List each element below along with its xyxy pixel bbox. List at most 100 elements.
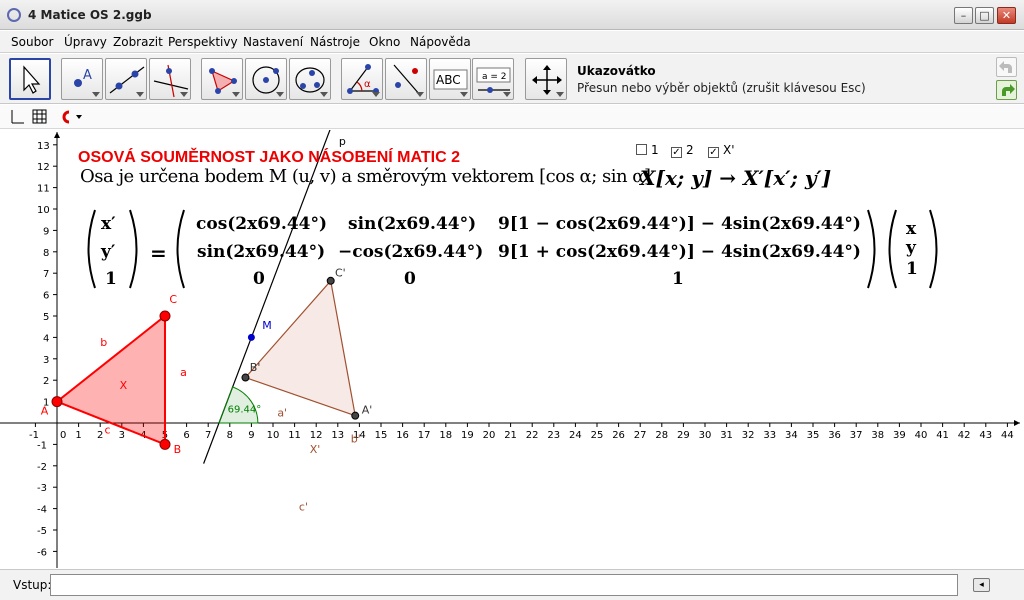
menu-nastroje[interactable]: Nástroje — [310, 35, 360, 49]
y-tick-label: -3 — [37, 483, 47, 494]
x-tick-label: 1 — [75, 430, 81, 441]
close-button[interactable]: ✕ — [997, 7, 1016, 24]
x-tick-label: 30 — [699, 430, 712, 441]
x-tick-label: 34 — [785, 430, 798, 441]
window-title-bar: 4 Matice OS 2.ggb – □ ✕ — [0, 0, 1024, 30]
x-tick-label: 28 — [655, 430, 668, 441]
circle-center-point-tool-button[interactable] — [245, 58, 287, 100]
label-side-c: c — [105, 424, 111, 437]
checkbox-2-box[interactable]: ✓ — [671, 147, 682, 158]
graphics-view[interactable]: -101234567891011121314151617181920212223… — [0, 126, 1024, 568]
y-tick-label: -5 — [37, 526, 47, 537]
label-polygon-x-prime: X' — [310, 443, 321, 456]
y-tick-label: -6 — [37, 547, 47, 558]
point-tool-button[interactable]: A — [61, 58, 103, 100]
checkbox-x-prime[interactable]: ✓ X' — [708, 143, 735, 158]
checkbox-1-label: 1 — [651, 143, 659, 157]
move-graphics-view-tool-button[interactable] — [525, 58, 567, 100]
y-tick-label: 2 — [43, 376, 49, 387]
input-label: Vstup: — [13, 578, 52, 592]
minimize-button[interactable]: – — [954, 7, 973, 24]
input-field[interactable] — [50, 574, 958, 596]
matrix-r3-c1: 0 — [253, 269, 265, 289]
vertex-point-b — [159, 438, 171, 450]
y-tick-label: 10 — [37, 205, 50, 216]
x-axis-arrow — [1014, 420, 1020, 426]
construction-subtitle: Osa je určena bodem M (u, v) a směrovým … — [80, 166, 651, 187]
checkbox-1[interactable]: 1 — [636, 143, 659, 157]
x-tick-label: 11 — [288, 430, 301, 441]
x-tick-label: 44 — [1001, 430, 1014, 441]
svg-text:α: α — [364, 79, 371, 90]
checkbox-x-prime-label: X' — [723, 143, 735, 157]
undo-button[interactable] — [996, 57, 1017, 77]
label-line-p: p — [339, 135, 346, 148]
left-vector-y: y′ — [101, 242, 116, 262]
x-tick-label: 41 — [936, 430, 949, 441]
x-tick-label: 12 — [310, 430, 323, 441]
label-polygon-x: X — [120, 379, 128, 392]
menu-perspektivy[interactable]: Perspektivy — [168, 35, 238, 49]
label-b-point: B — [174, 443, 182, 456]
x-tick-label: 18 — [439, 430, 452, 441]
point-capturing-magnet-icon[interactable] — [62, 110, 70, 124]
grid-toggle-icon[interactable] — [32, 109, 47, 124]
toolbar: A α ABC a = 2 — [0, 54, 1024, 104]
x-tick-label: 42 — [958, 430, 971, 441]
dropdown-arrow-icon[interactable] — [76, 115, 82, 119]
menu-soubor[interactable]: Soubor — [11, 35, 53, 49]
x-tick-label: 19 — [461, 430, 474, 441]
maximize-button[interactable]: □ — [975, 7, 994, 24]
matrix-r1-c2: sin(2x69.44°) — [348, 214, 477, 234]
polygon-tool-button[interactable] — [201, 58, 243, 100]
redo-button[interactable] — [996, 80, 1017, 100]
checkbox-2[interactable]: ✓ 2 — [671, 143, 694, 158]
graphics-canvas[interactable]: -101234567891011121314151617181920212223… — [0, 126, 1024, 568]
axes-toggle-icon[interactable] — [11, 110, 24, 124]
image-vertex-point-a — [351, 411, 360, 420]
perpendicular-line-tool-button[interactable] — [149, 58, 191, 100]
label-side-a-prime: a' — [277, 407, 287, 420]
matrix-r3-c3: 1 — [672, 269, 684, 289]
move-tool-button[interactable] — [9, 58, 51, 100]
active-tool-help: Přesun nebo výběr objektů (zrušit kláves… — [577, 81, 866, 95]
y-tick-label: -1 — [37, 440, 47, 451]
menu-zobrazit[interactable]: Zobrazit — [113, 35, 163, 49]
x-tick-label: 0 — [60, 430, 66, 441]
menu-nastaveni[interactable]: Nastavení — [243, 35, 303, 49]
matrix-r1-c1: cos(2x69.44°) — [196, 214, 328, 234]
angle-tool-button[interactable]: α — [341, 58, 383, 100]
y-tick-label: 11 — [37, 184, 50, 195]
right-vector-x: x — [906, 219, 917, 239]
menu-napoveda[interactable]: Nápověda — [410, 35, 471, 49]
y-tick-label: 12 — [37, 162, 50, 173]
label-point-m: M — [262, 319, 272, 332]
input-help-button[interactable]: ◂ — [973, 578, 990, 592]
x-tick-label: 17 — [418, 430, 431, 441]
axis-point-m — [247, 333, 255, 341]
text-tool-button[interactable]: ABC — [429, 58, 471, 100]
line-tool-button[interactable] — [105, 58, 147, 100]
checkbox-x-prime-box[interactable]: ✓ — [708, 147, 719, 158]
x-tick-label: 29 — [677, 430, 690, 441]
x-tick-label: 21 — [504, 430, 517, 441]
left-vector-1: 1 — [105, 269, 117, 289]
circle-three-points-tool-button[interactable] — [289, 58, 331, 100]
label-b-prime: B' — [250, 361, 261, 374]
cursor-arrow-icon — [23, 65, 41, 94]
svg-text:ABC: ABC — [436, 73, 461, 87]
reflect-about-line-tool-button[interactable] — [385, 58, 427, 100]
label-side-b-prime: b' — [351, 432, 361, 445]
triangle-abc — [55, 313, 166, 446]
menu-upravy[interactable]: Úpravy — [64, 35, 107, 49]
slider-tool-button[interactable]: a = 2 — [472, 58, 514, 100]
x-tick-label: 27 — [634, 430, 647, 441]
y-tick-label: 9 — [43, 226, 49, 237]
menu-okno[interactable]: Okno — [369, 35, 400, 49]
matrix-r3-c2: 0 — [404, 269, 416, 289]
y-tick-label: 13 — [37, 141, 50, 152]
checkbox-1-box[interactable] — [636, 144, 647, 155]
x-tick-label: 40 — [915, 430, 928, 441]
matrix-r2-c1: sin(2x69.44°) — [197, 242, 326, 262]
x-tick-label: 39 — [893, 430, 906, 441]
